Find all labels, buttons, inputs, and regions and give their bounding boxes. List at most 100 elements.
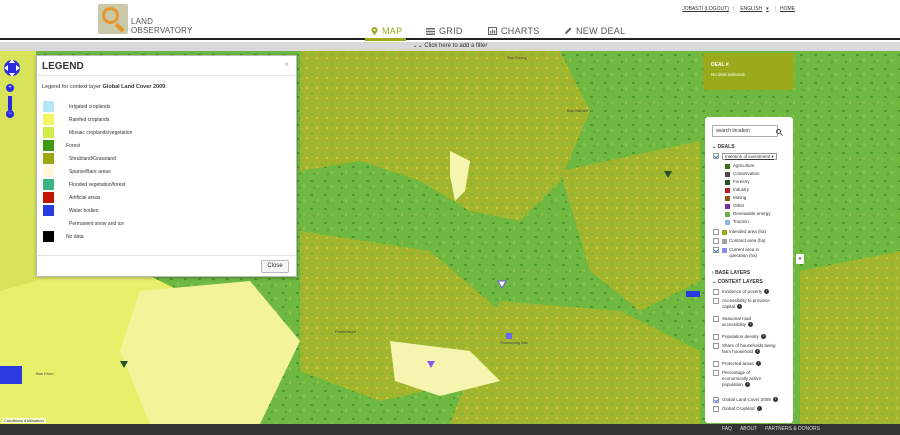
layer-checkbox[interactable] xyxy=(713,370,719,376)
info-icon[interactable]: i xyxy=(772,397,778,403)
color-swatch xyxy=(43,140,54,151)
footer-link-faq[interactable]: FAQ xyxy=(722,426,732,432)
chevron-down-icon: ▾ xyxy=(766,6,769,12)
color-swatch xyxy=(43,205,54,216)
context-layer-row[interactable]: Percentage of economically active populati… xyxy=(713,370,761,388)
header-bar: LAND OBSERVATORY MAP GRID CHARTS NEW DEA… xyxy=(0,0,900,41)
color-swatch xyxy=(722,247,727,253)
context-layer-row[interactable]: Incidence of poverty i xyxy=(713,289,770,295)
info-icon[interactable]: i xyxy=(755,361,761,367)
tab-charts[interactable]: CHARTS xyxy=(488,26,540,36)
top-links: JOBASTI (LOGOUT) | ENGLISH ▾ | HOME xyxy=(680,6,797,12)
footer-link-partners[interactable]: PARTNERS & DONORS xyxy=(765,426,820,432)
context-layer-row[interactable]: Protected areas i xyxy=(713,361,761,367)
color-swatch xyxy=(43,101,54,112)
context-layer-row[interactable]: Global Cropland i xyxy=(713,406,762,412)
tab-map[interactable]: MAP xyxy=(364,26,407,41)
map-place-label: Phonsoung Mai xyxy=(500,340,528,345)
tab-map-label: MAP xyxy=(382,26,403,36)
legend-item: Forest xyxy=(43,140,80,151)
search-icon[interactable] xyxy=(776,129,781,134)
color-swatch xyxy=(725,171,730,177)
tab-charts-label: CHARTS xyxy=(501,26,540,36)
intention-checkbox[interactable] xyxy=(713,153,719,159)
layer-checkbox[interactable] xyxy=(713,397,719,403)
panel-scroll-button[interactable]: ▾ xyxy=(796,254,804,264)
home-link[interactable]: HOME xyxy=(780,6,795,12)
color-swatch xyxy=(43,166,54,177)
info-icon[interactable]: i xyxy=(744,382,750,388)
zoom-in-button[interactable]: + xyxy=(6,84,14,92)
area-checkbox[interactable] xyxy=(713,238,719,244)
legend-description: Legend for context layer Global Land Cov… xyxy=(42,84,167,90)
language-select[interactable]: ENGLISH ▾ xyxy=(738,6,770,12)
info-icon[interactable]: i xyxy=(756,406,762,412)
context-layer-row[interactable]: Global Land Cover 2009 i xyxy=(713,397,778,403)
info-icon[interactable]: i xyxy=(755,349,761,355)
color-swatch xyxy=(725,211,730,217)
context-layers-heading[interactable]: ⌄ CONTEXT LAYERS xyxy=(712,279,763,285)
map-place-label: Ban Nabant xyxy=(567,108,589,113)
intention-item: Tourism xyxy=(725,219,749,225)
area-layer-row[interactable]: Intended area (ha) xyxy=(713,229,766,235)
intention-row[interactable]: Intention of investment ▾ xyxy=(713,153,777,160)
map-attribution[interactable]: Conditions d'utilisation xyxy=(2,418,46,423)
layer-checkbox[interactable] xyxy=(713,298,719,304)
context-layer-row[interactable]: Accessibility to province capital i xyxy=(713,298,770,310)
zoom-slider[interactable] xyxy=(8,96,12,110)
intention-item: Forestry xyxy=(725,179,750,185)
deal-panel: DEAL # No deal selected. xyxy=(703,53,794,90)
intention-dropdown[interactable]: Intention of investment ▾ xyxy=(722,153,777,160)
add-filter-bar[interactable]: ⌄⌄ Click here to add a filter xyxy=(0,42,900,51)
color-swatch xyxy=(725,187,730,193)
context-layer-row[interactable]: Share of households being farm household i xyxy=(713,343,776,355)
map-place-label: Phimmasan xyxy=(335,329,357,334)
legend-item: No data xyxy=(43,231,84,242)
legend-item: Rainfed croplands xyxy=(43,114,109,125)
separator: | xyxy=(732,6,735,12)
layer-checkbox[interactable] xyxy=(713,406,719,412)
language-label: ENGLISH xyxy=(740,6,763,12)
area-checkbox[interactable] xyxy=(713,247,719,253)
info-icon[interactable]: i xyxy=(737,304,743,310)
color-swatch xyxy=(43,153,54,164)
layer-checkbox[interactable] xyxy=(713,361,719,367)
context-layer-row[interactable]: Population density i xyxy=(713,334,766,340)
pan-control-icon[interactable] xyxy=(3,57,21,79)
color-swatch xyxy=(725,219,730,225)
legend-item: Mosaic croplands/vegetation xyxy=(43,127,132,138)
search-location-input[interactable]: search location xyxy=(712,125,781,137)
logo-text[interactable]: LAND OBSERVATORY xyxy=(131,17,192,35)
base-layers-heading[interactable]: › BASE LAYERS xyxy=(712,270,750,276)
tab-grid[interactable]: GRID xyxy=(426,26,463,36)
layer-checkbox[interactable] xyxy=(713,334,719,340)
legend-item: Shrubland/Grassland xyxy=(43,153,116,164)
area-checkbox[interactable] xyxy=(713,229,719,235)
color-swatch xyxy=(722,229,727,235)
layer-checkbox[interactable] xyxy=(713,343,719,349)
info-icon[interactable]: i xyxy=(760,334,766,340)
close-button[interactable]: Close xyxy=(261,260,289,273)
area-layer-row[interactable]: Current area in operation (ha) xyxy=(713,247,759,259)
context-layer-row[interactable]: Seasonal road accessibility i xyxy=(713,316,754,328)
deals-heading[interactable]: ⌄ DEALS xyxy=(712,144,735,150)
legend-item: Flooded vegetation/forest xyxy=(43,179,125,190)
close-icon[interactable]: × xyxy=(284,60,289,69)
layer-checkbox[interactable] xyxy=(713,316,719,322)
chart-icon xyxy=(488,27,497,35)
map-place-label: Ban Khon xyxy=(36,371,54,376)
logo-magnifier-icon[interactable] xyxy=(98,4,128,34)
color-swatch xyxy=(43,179,54,190)
deal-status: No deal selected. xyxy=(711,72,746,77)
legend-item: Water bodies xyxy=(43,205,98,216)
user-logout-link[interactable]: JOBASTI (LOGOUT) xyxy=(682,6,729,12)
info-icon[interactable]: i xyxy=(764,289,770,295)
layer-checkbox[interactable] xyxy=(713,289,719,295)
info-icon[interactable]: i xyxy=(748,322,754,328)
footer-bar: FAQ ABOUT PARTNERS & DONORS xyxy=(0,424,900,435)
tab-new-deal[interactable]: NEW DEAL xyxy=(564,26,625,36)
zoom-out-button[interactable]: − xyxy=(6,110,14,118)
intention-item: Industry xyxy=(725,187,749,193)
footer-link-about[interactable]: ABOUT xyxy=(740,426,757,432)
area-layer-row[interactable]: Contract area (ha) xyxy=(713,238,766,244)
